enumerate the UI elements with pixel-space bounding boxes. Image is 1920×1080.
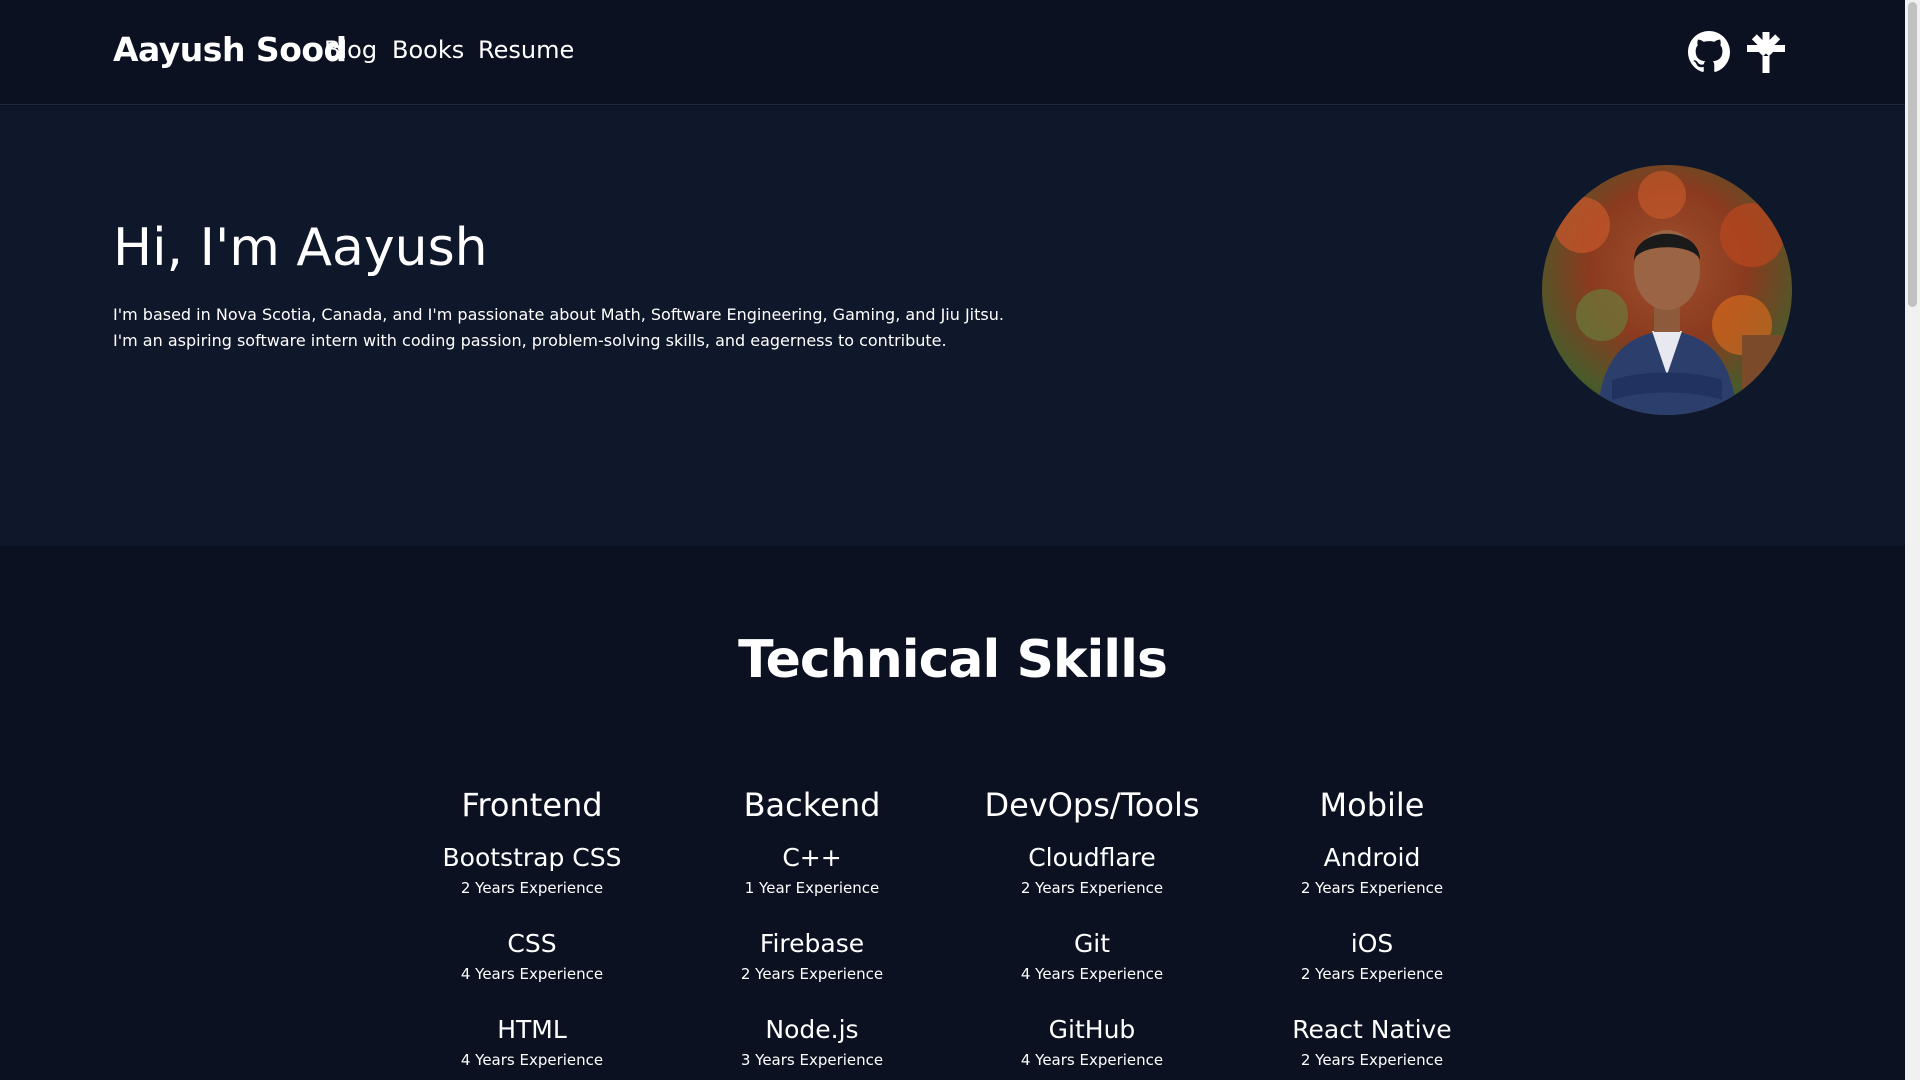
skill-name: React Native — [1292, 1015, 1452, 1044]
column-heading: DevOps/Tools — [984, 786, 1200, 824]
skill-name: Bootstrap CSS — [442, 843, 622, 872]
skill-experience: 2 Years Experience — [740, 965, 884, 983]
skill-column-frontend: Frontend Bootstrap CSS 2 Years Experienc… — [402, 780, 662, 1080]
github-icon[interactable] — [1688, 31, 1730, 73]
skill-name: Git — [1073, 929, 1111, 958]
skill-experience: 4 Years Experience — [1020, 1051, 1164, 1069]
skill-item: Git 4 Years Experience — [962, 926, 1222, 1012]
skill-experience: 2 Years Experience — [1020, 879, 1164, 897]
hero-wave-divider — [0, 440, 1905, 541]
skill-name: HTML — [497, 1015, 567, 1044]
brand-link[interactable]: Aayush Sood — [113, 30, 347, 69]
avatar — [1542, 165, 1792, 415]
skill-name: Android — [1323, 843, 1421, 872]
skill-item: Bootstrap CSS 2 Years Experience — [402, 840, 662, 926]
hero-intro-line-2: I'm an aspiring software intern with cod… — [113, 331, 947, 350]
column-heading: Backend — [743, 786, 881, 824]
skill-item: Android 2 Years Experience — [1242, 840, 1502, 926]
skill-name: Firebase — [759, 929, 865, 958]
skills-title: Technical Skills — [738, 630, 1168, 690]
linktree-icon[interactable] — [1745, 31, 1787, 73]
skill-item: CSS 4 Years Experience — [402, 926, 662, 1012]
skill-name: GitHub — [1048, 1015, 1136, 1044]
skill-experience: 4 Years Experience — [460, 1051, 604, 1069]
skill-name: C++ — [782, 843, 842, 872]
skill-column-devops-tools: DevOps/Tools Cloudflare 2 Years Experien… — [962, 780, 1222, 1080]
nav-link-blog[interactable]: Blog — [324, 36, 377, 64]
navbar: Aayush Sood Blog Books Resume — [0, 0, 1905, 105]
skill-experience: 2 Years Experience — [1300, 879, 1444, 897]
skill-item: GitHub 4 Years Experience — [962, 1012, 1222, 1080]
skill-name: Node.js — [765, 1015, 859, 1044]
skill-item: Firebase 2 Years Experience — [682, 926, 942, 1012]
skill-item: Cloudflare 2 Years Experience — [962, 840, 1222, 926]
skill-experience: 2 Years Experience — [1300, 1051, 1444, 1069]
skill-name: iOS — [1350, 929, 1394, 958]
nav-link-books[interactable]: Books — [392, 36, 464, 64]
skill-name: Cloudflare — [1028, 843, 1156, 872]
column-heading: Frontend — [461, 786, 603, 824]
skill-column-backend: Backend C++ 1 Year Experience Firebase 2… — [682, 780, 942, 1080]
skill-experience: 1 Year Experience — [744, 879, 880, 897]
skill-experience: 3 Years Experience — [740, 1051, 884, 1069]
skill-experience: 4 Years Experience — [1020, 965, 1164, 983]
skill-experience: 2 Years Experience — [460, 879, 604, 897]
skill-item: React Native 2 Years Experience — [1242, 1012, 1502, 1080]
skill-experience: 2 Years Experience — [1300, 965, 1444, 983]
skill-column-mobile: Mobile Android 2 Years Experience iOS 2 … — [1242, 780, 1502, 1080]
skill-item: iOS 2 Years Experience — [1242, 926, 1502, 1012]
skill-item: C++ 1 Year Experience — [682, 840, 942, 926]
hero-intro-line-1: I'm based in Nova Scotia, Canada, and I'… — [113, 305, 1004, 324]
scrollbar[interactable] — [1905, 0, 1920, 1080]
skill-experience: 4 Years Experience — [460, 965, 604, 983]
hero-title: Hi, I'm Aayush — [113, 218, 488, 278]
skill-item: HTML 4 Years Experience — [402, 1012, 662, 1080]
column-heading: Mobile — [1319, 786, 1425, 824]
nav-link-resume[interactable]: Resume — [478, 36, 574, 64]
skill-item: Node.js 3 Years Experience — [682, 1012, 942, 1080]
scrollbar-thumb[interactable] — [1908, 2, 1917, 307]
skill-name: CSS — [507, 929, 557, 958]
